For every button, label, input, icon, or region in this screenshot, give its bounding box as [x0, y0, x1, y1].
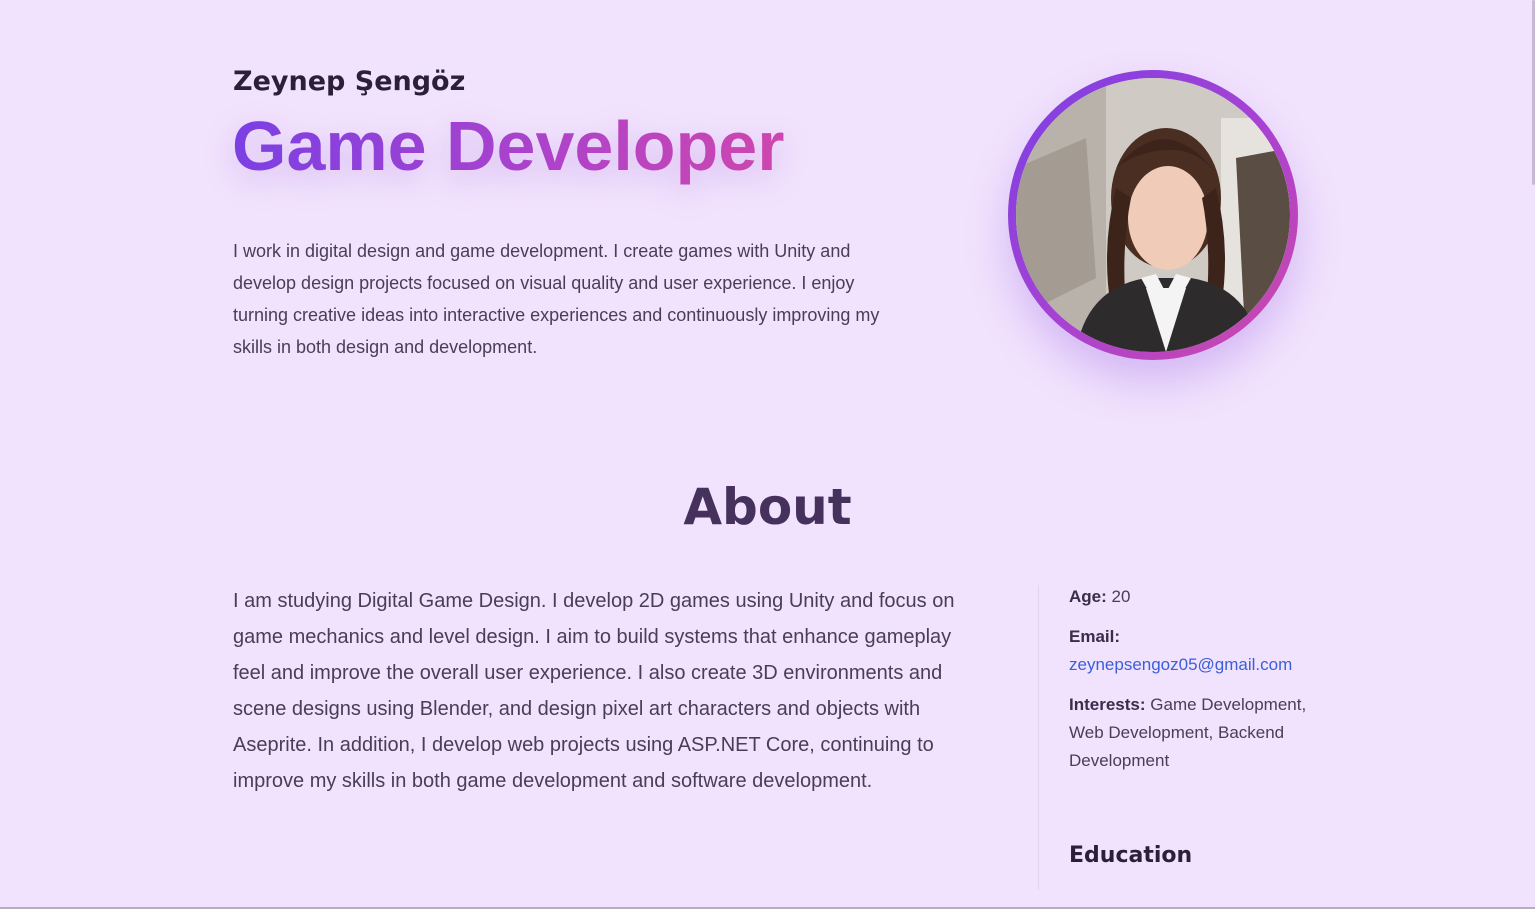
about-text: I am studying Digital Game Design. I dev…	[233, 590, 955, 792]
education-heading: Education	[1069, 843, 1193, 868]
person-name: Zeynep Şengöz	[233, 66, 466, 97]
email-row: Email: zeynepsengoz05@gmail.com	[1069, 623, 1329, 679]
profile-photo	[1016, 78, 1290, 352]
interests-label: Interests:	[1069, 695, 1146, 714]
role-title: Game Developer	[232, 104, 784, 188]
profile-photo-frame	[1008, 70, 1298, 360]
age-label: Age:	[1069, 587, 1107, 606]
intro-text: I work in digital design and game develo…	[233, 241, 880, 357]
about-heading: About	[683, 478, 852, 536]
portfolio-page: Zeynep Şengöz Game Developer I work in d…	[0, 0, 1535, 909]
age-row: Age: 20	[1069, 583, 1329, 611]
interests-row: Interests: Game Development, Web Develop…	[1069, 691, 1329, 775]
personal-info: Age: 20 Email: zeynepsengoz05@gmail.com …	[1069, 583, 1329, 787]
email-link[interactable]: zeynepsengoz05@gmail.com	[1069, 655, 1292, 674]
column-divider	[1038, 585, 1039, 890]
email-label: Email:	[1069, 627, 1121, 646]
age-value: 20	[1111, 587, 1131, 606]
